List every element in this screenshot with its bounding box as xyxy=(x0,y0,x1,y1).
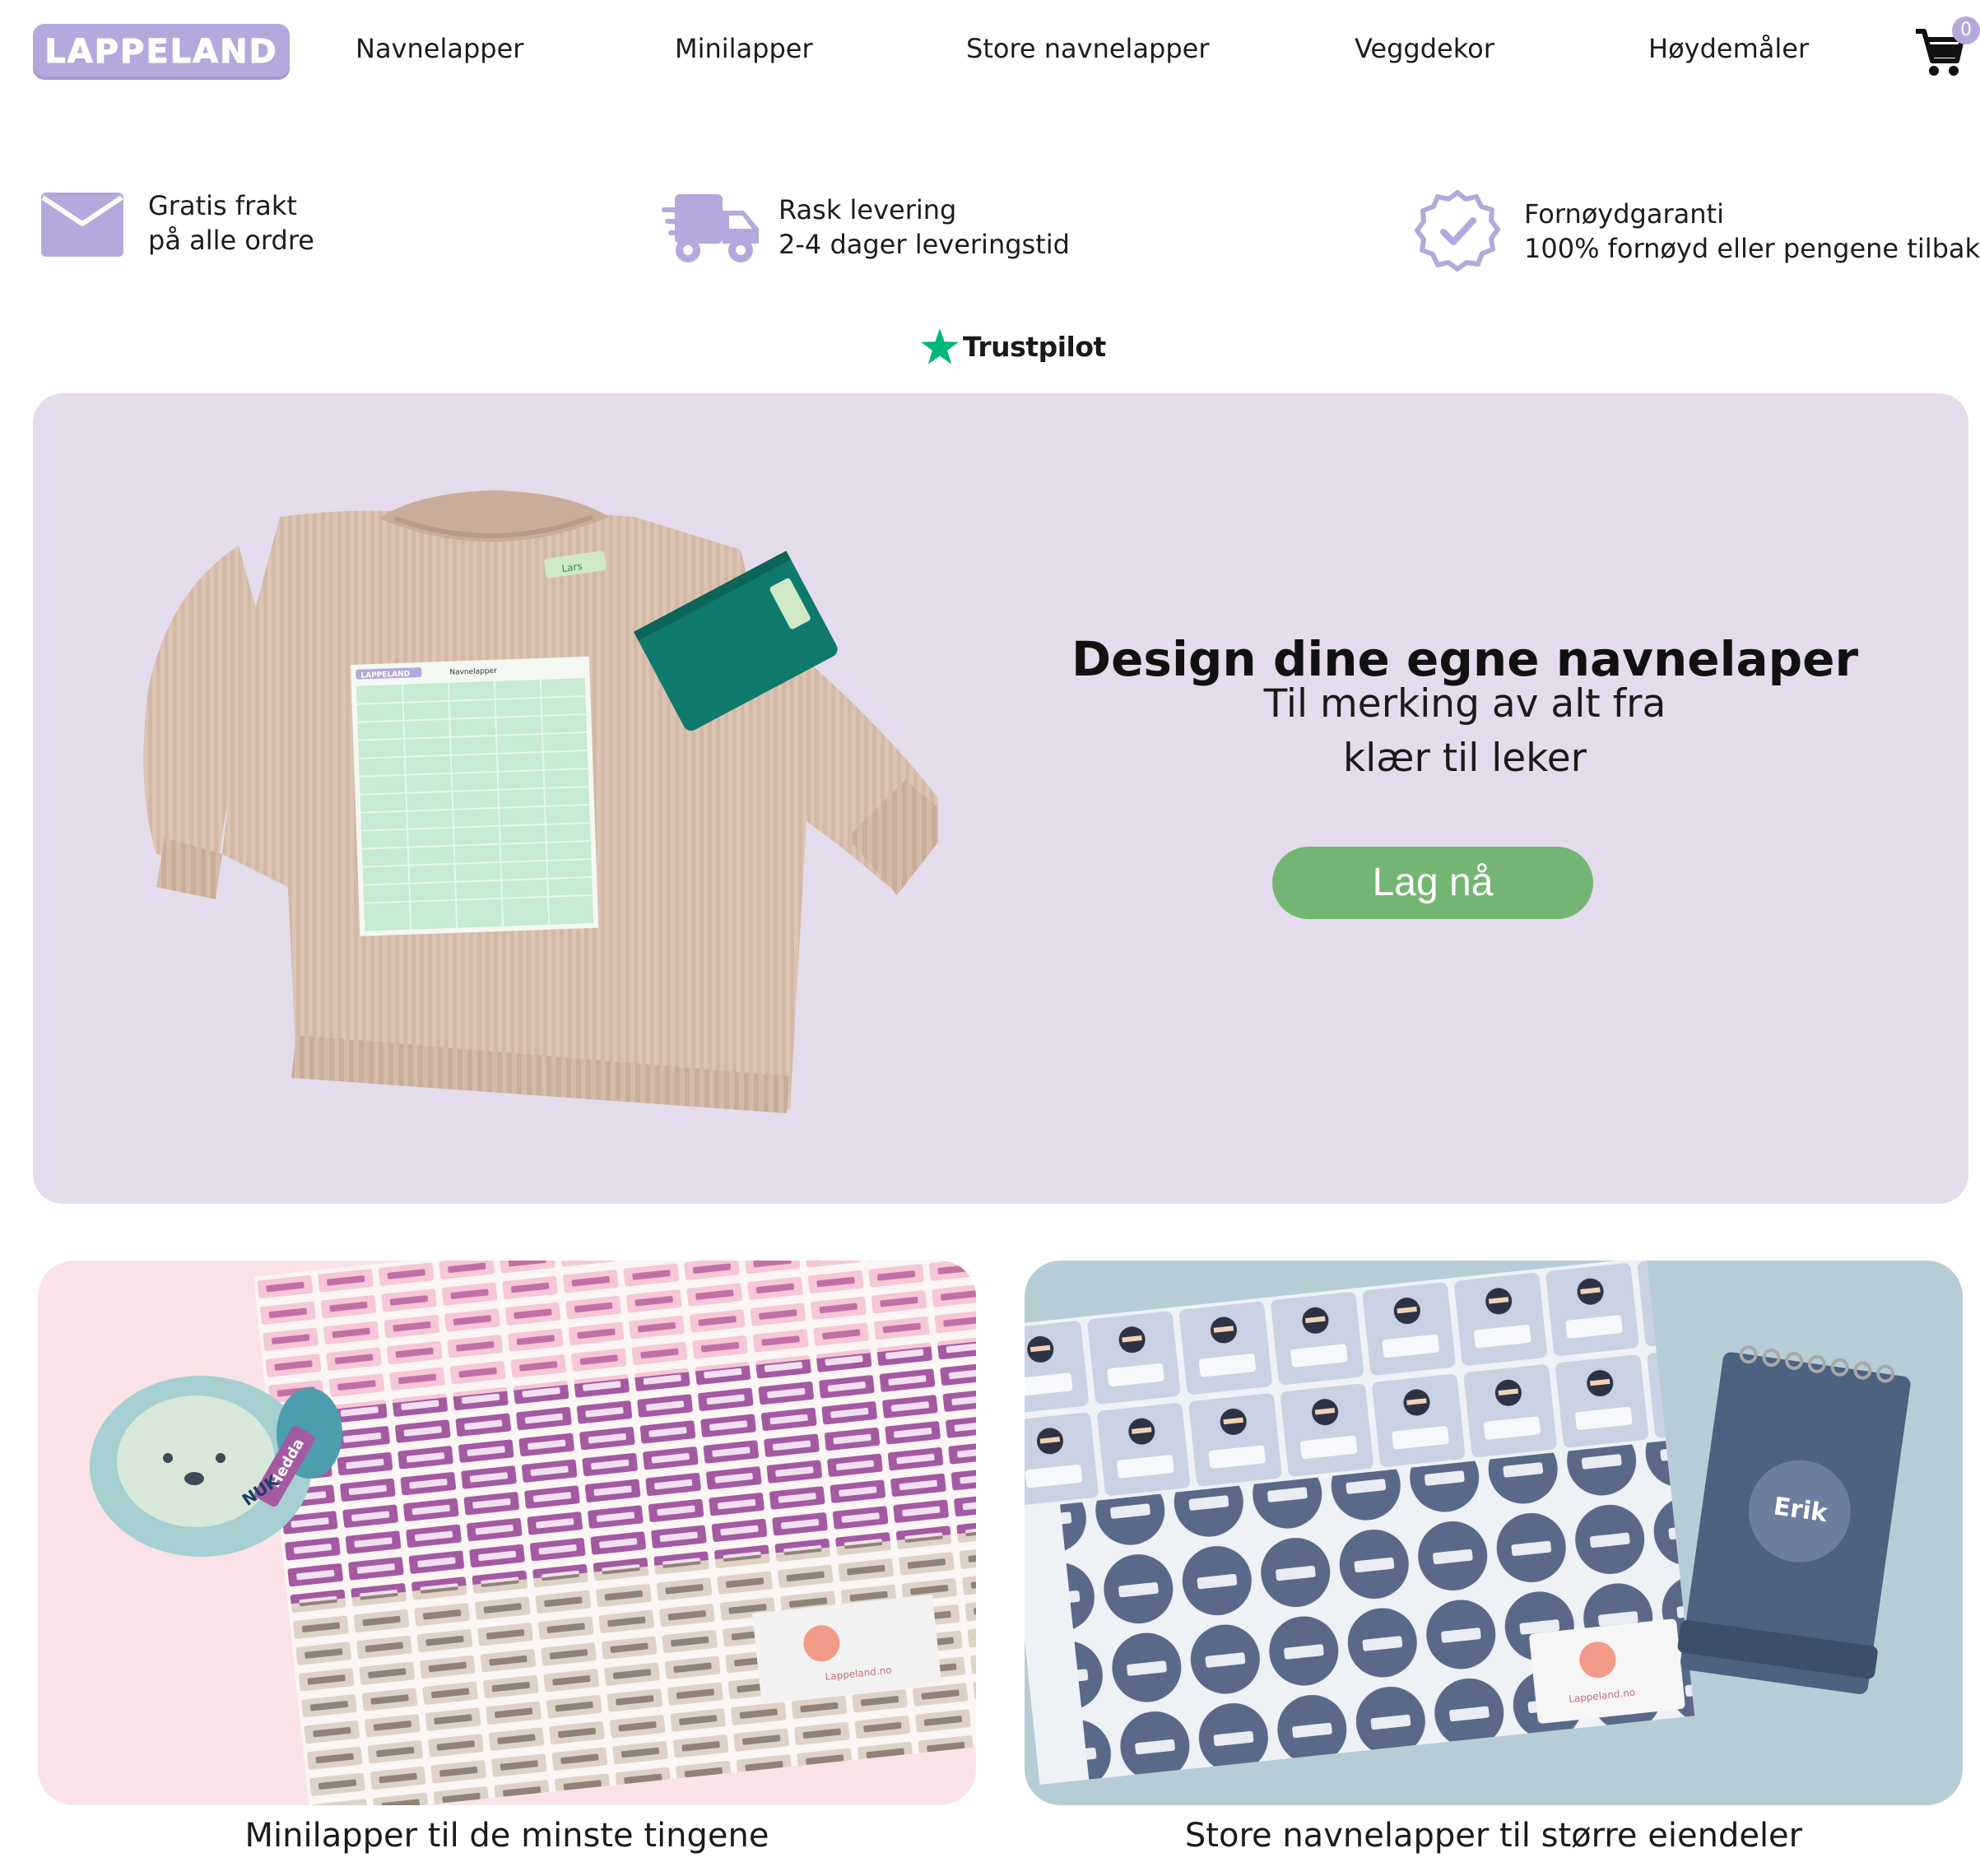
nav-minilapper[interactable]: Minilapper xyxy=(675,33,813,64)
store-navnelapper-card[interactable]: Lappeland.no Erik xyxy=(1025,1261,1963,1805)
hero-subtitle-line: klær til leker xyxy=(1343,736,1587,781)
trustpilot-label: Trustpilot xyxy=(963,330,1106,363)
sheet-logo: LAPPELAND xyxy=(360,670,410,680)
star-icon xyxy=(921,328,959,365)
trustpilot-widget[interactable]: Trustpilot xyxy=(920,327,1106,365)
nav-store-navnelapper[interactable]: Store navnelapper xyxy=(966,33,1210,64)
hero-subtitle-line: Til merking av alt fra xyxy=(1263,681,1666,727)
minilapper-card[interactable]: Lappeland.no Hedda NUK xyxy=(38,1261,976,1805)
usp-subtitle: 100% fornøyd eller pengene tilbake xyxy=(1524,233,1980,264)
envelope-icon xyxy=(41,193,123,257)
store-navnelapper-product-image: Lappeland.no Erik xyxy=(1025,1261,1911,1785)
usp-title: Gratis frakt xyxy=(148,190,297,221)
usp-fast-delivery: Rask levering 2-4 dager leveringstid xyxy=(662,188,1070,267)
logo-text: LAPPELAND xyxy=(44,33,278,72)
usp-title: Fornøydgaranti xyxy=(1524,198,1724,230)
usp-free-shipping: Gratis frakt på alle ordre xyxy=(40,188,314,258)
blue-notebook: Erik xyxy=(1677,1345,1911,1694)
badge-check-icon xyxy=(1415,190,1500,272)
delivery-truck-icon xyxy=(662,194,759,262)
sweater-product-image: Lars LAPPELAND Navnelapper xyxy=(143,490,938,1113)
nav-navnelapper[interactable]: Navnelapper xyxy=(356,33,523,64)
minilapper-product-image: Lappeland.no Hedda NUK xyxy=(90,1261,976,1805)
hero-banner: Lars LAPPELAND Navnelapper Design dine e… xyxy=(33,393,1968,1204)
nav-veggdekor[interactable]: Veggdekor xyxy=(1355,33,1494,64)
nav-hoydemaler[interactable]: Høydemåler xyxy=(1648,33,1809,64)
cart-count-badge: 0 xyxy=(1952,16,1980,44)
store-navnelapper-caption[interactable]: Store navnelapper til større eiendeler xyxy=(1025,1817,1963,1855)
minilapper-caption[interactable]: Minilapper til de minste tingene xyxy=(38,1817,976,1855)
cta-lag-na-button[interactable]: Lag nå xyxy=(1272,847,1593,919)
usp-satisfaction-guarantee: Fornøydgaranti 100% fornøyd eller pengen… xyxy=(1414,188,1980,275)
hero-subtitle: Til merking av alt fra klær til leker xyxy=(1136,677,1794,786)
usp-subtitle: på alle ordre xyxy=(148,225,314,256)
label-sheet: LAPPELAND Navnelapper xyxy=(351,656,599,936)
usp-subtitle: 2-4 dager leveringstid xyxy=(779,229,1070,260)
lappeland-logo[interactable]: LAPPELAND xyxy=(33,24,290,80)
usp-title: Rask levering xyxy=(779,194,957,225)
sheet-title: Navnelapper xyxy=(449,667,497,677)
